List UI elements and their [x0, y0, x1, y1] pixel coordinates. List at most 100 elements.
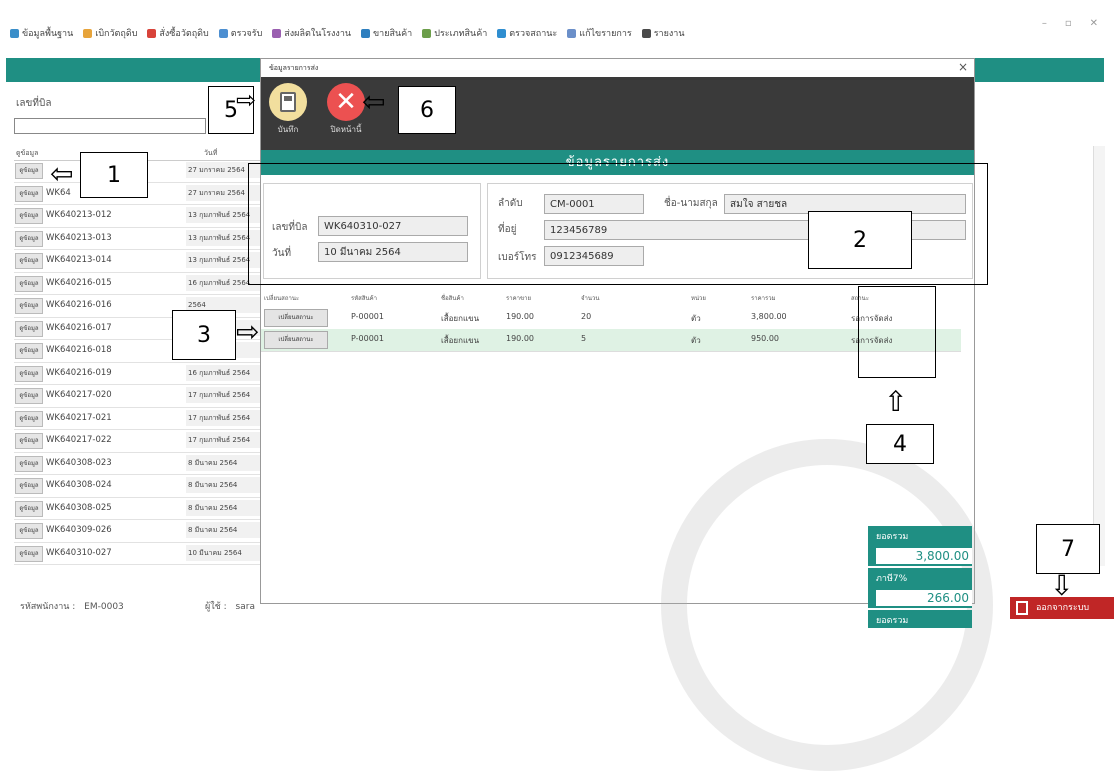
bill-row[interactable]: ดูข้อมูล WK640217-022 17 กุมภาพันธ์ 2564: [14, 430, 262, 453]
bill-row[interactable]: ดูข้อมูล WK640308-025 8 มีนาคม 2564: [14, 498, 262, 520]
callout-6: 6: [398, 86, 456, 134]
menu-item-label: เบิกวัตถุดิบ: [95, 29, 138, 39]
view-detail-button[interactable]: ดูข้อมูล: [15, 230, 43, 247]
menu-icon: [422, 28, 432, 38]
menu-item-4[interactable]: ส่งผลิตในโรงงาน: [272, 26, 351, 40]
view-detail-button[interactable]: ดูข้อมูล: [15, 208, 43, 224]
menu-icon: [147, 28, 157, 38]
bill-id: WK640308-025: [46, 502, 112, 513]
items-row[interactable]: เปลี่ยนสถานะ P-00001 เสื้อยกแขน 190.00 5 ตัว 9…: [261, 329, 961, 352]
callout-4-arrow: ⇧: [884, 385, 908, 418]
menu-item-label: ข้อมูลพื้นฐาน: [22, 29, 74, 39]
view-detail-button[interactable]: ดูข้อมูล: [15, 253, 43, 269]
menu-item-0[interactable]: ข้อมูลพื้นฐาน: [10, 26, 73, 40]
view-detail-button[interactable]: ดูข้อมูล: [15, 410, 43, 427]
items-cell-code: P-00001: [351, 312, 384, 321]
minimize-icon[interactable]: –: [1042, 18, 1047, 29]
change-status-button[interactable]: เปลี่ยนสถานะ: [264, 331, 328, 349]
items-cell-name: เสื้อยกแขน: [441, 314, 480, 323]
bill-row[interactable]: ดูข้อมูล WK640213-014 13 กุมภาพันธ์ 2564: [14, 250, 262, 273]
items-cell-price: 190.00: [506, 312, 534, 321]
bill-id: WK640309-026: [46, 525, 112, 535]
save-label: บันทึก: [277, 125, 299, 134]
view-detail-button[interactable]: ดูข้อมูล: [15, 365, 43, 382]
menu-item-1[interactable]: เบิกวัตถุดิบ: [83, 26, 137, 40]
view-detail-button[interactable]: ดูข้อมูล: [15, 545, 43, 562]
dialog-title: ข้อมูลรายการส่ง: [269, 64, 319, 72]
view-detail-button[interactable]: ดูข้อมูล: [15, 433, 43, 449]
items-cell-unit: ตัว: [691, 314, 701, 323]
menu-item-8[interactable]: แก้ไขรายการ: [567, 26, 632, 40]
bill-search-input[interactable]: [14, 118, 206, 134]
bill-date: 8 มีนาคม 2564: [186, 522, 262, 538]
bill-date: 17 กุมภาพันธ์ 2564: [186, 432, 262, 448]
menu-item-label: ประเภทสินค้า: [434, 29, 488, 39]
view-detail-button[interactable]: ดูข้อมูล: [15, 298, 43, 314]
window-controls: – ▫ ✕: [1042, 18, 1098, 29]
menu-icon: [641, 28, 651, 38]
dialog-close-icon[interactable]: ×: [958, 60, 968, 74]
bill-row[interactable]: ดูข้อมูล WK640308-024 8 มีนาคม 2564: [14, 475, 262, 498]
menu-item-2[interactable]: สั่งซื้อวัตถุดิบ: [147, 26, 209, 40]
bill-id: WK640217-021: [46, 412, 112, 423]
menu-row: ข้อมูลพื้นฐาน เบิกวัตถุดิบ สั่งซื้อวัตถุดิ…: [10, 26, 684, 40]
bill-row[interactable]: ดูข้อมูล WK640217-021 17 กุมภาพันธ์ 2564: [14, 408, 262, 430]
subtotal-value: 3,800.00: [876, 548, 972, 564]
change-status-button[interactable]: เปลี่ยนสถานะ: [264, 309, 328, 327]
view-detail-button[interactable]: ดูข้อมูล: [15, 455, 43, 472]
bill-id: WK640217-022: [46, 435, 112, 445]
logout-icon: [1016, 601, 1028, 615]
view-detail-button[interactable]: ดูข้อมูล: [15, 343, 43, 359]
net-total-box: ยอดรวม: [868, 610, 972, 628]
menu-icon: [218, 28, 228, 38]
menu-icon: [10, 28, 19, 38]
menu-item-5[interactable]: ขายสินค้า: [361, 26, 412, 40]
items-cell-total: 950.00: [751, 334, 779, 343]
bill-row[interactable]: ดูข้อมูล WK640216-019 16 กุมภาพันธ์ 2564: [14, 363, 262, 385]
close-window-icon[interactable]: ✕: [1090, 18, 1098, 29]
callout-5-arrow: ⇨: [236, 86, 257, 114]
bill-row[interactable]: ดูข้อมูล WK640213-012 13 กุมภาพันธ์ 2564: [14, 205, 262, 228]
items-col-header: หน่วย: [691, 295, 706, 302]
bill-date: 16 กุมภาพันธ์ 2564: [186, 364, 262, 381]
menu-item-7[interactable]: ตรวจสถานะ: [497, 26, 557, 40]
view-detail-button[interactable]: ดูข้อมูล: [15, 185, 43, 202]
callout-3: 3: [172, 310, 236, 360]
save-button[interactable]: บันทึก: [265, 83, 311, 136]
bill-row[interactable]: ดูข้อมูล WK640310-027 10 มีนาคม 2564: [14, 543, 262, 565]
menu-item-9[interactable]: รายงาน: [641, 26, 684, 40]
view-detail-button[interactable]: ดูข้อมูล: [15, 478, 43, 494]
bill-id: WK640308-024: [46, 480, 112, 490]
menu-item-6[interactable]: ประเภทสินค้า: [422, 26, 487, 40]
bill-row[interactable]: ดูข้อมูล WK640308-023 8 มีนาคม 2564: [14, 453, 262, 475]
view-detail-button[interactable]: ดูข้อมูล: [15, 275, 43, 292]
menu-item-3[interactable]: ตรวจรับ: [218, 26, 263, 40]
bill-id: WK640213-014: [46, 255, 112, 265]
scrollbar[interactable]: [1093, 146, 1105, 566]
bill-row[interactable]: ดูข้อมูล WK640309-026 8 มีนาคม 2564: [14, 520, 262, 543]
view-detail-button[interactable]: ดูข้อมูล: [15, 523, 43, 539]
col-detail-header: ดูข้อมูล: [16, 149, 39, 157]
menu-icon: [497, 28, 507, 38]
bill-row[interactable]: ดูข้อมูล WK640217-020 17 กุมภาพันธ์ 2564: [14, 385, 262, 408]
items-row[interactable]: เปลี่ยนสถานะ P-00001 เสื้อยกแขน 190.00 20 ตัว…: [261, 307, 961, 330]
menu-item-label: ตรวจรับ: [230, 29, 263, 39]
bill-row[interactable]: ดูข้อมูล WK640216-015 16 กุมภาพันธ์ 2564: [14, 273, 262, 295]
close-icon: ✕: [327, 83, 365, 121]
view-detail-button[interactable]: ดูข้อมูล: [15, 500, 43, 517]
view-detail-button[interactable]: ดูข้อมูล: [15, 320, 43, 337]
bill-id: WK640310-027: [46, 547, 112, 558]
callout-1: 1: [80, 152, 148, 198]
view-detail-button[interactable]: ดูข้อมูล: [15, 388, 43, 404]
maximize-icon[interactable]: ▫: [1065, 18, 1072, 29]
bill-date: 10 มีนาคม 2564: [186, 544, 262, 561]
bill-id: WK640216-018: [46, 345, 112, 355]
logout-label: ออกจากระบบ: [1036, 603, 1090, 613]
col-date-header: วันที่: [204, 149, 218, 157]
callout-3-arrow: ⇨: [236, 315, 260, 348]
view-detail-button[interactable]: ดูข้อมูล: [15, 163, 43, 179]
bill-row[interactable]: ดูข้อมูล WK640213-013 13 กุมภาพันธ์ 2564: [14, 228, 262, 250]
bill-id: WK640213-013: [46, 232, 112, 243]
bill-date: 17 กุมภาพันธ์ 2564: [186, 409, 262, 426]
employee-id: EM-0003: [84, 602, 124, 612]
